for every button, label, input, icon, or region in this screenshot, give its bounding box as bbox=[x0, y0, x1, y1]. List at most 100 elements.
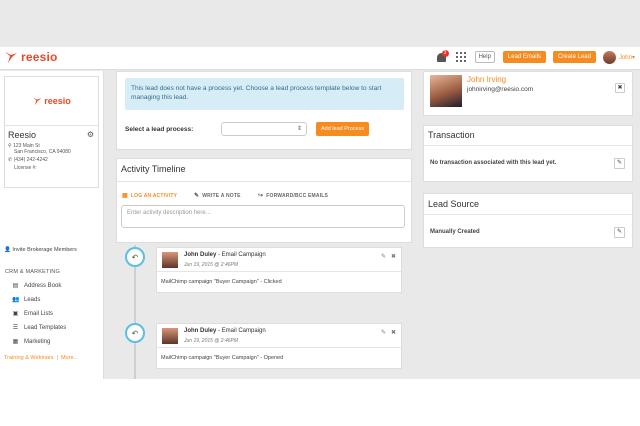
apps-grid-icon[interactable] bbox=[455, 52, 466, 62]
tab-label: FORWARD/BCC EMAILS bbox=[266, 192, 329, 199]
contact-avatar bbox=[430, 75, 462, 107]
create-lead-button[interactable]: Create Lead bbox=[552, 51, 596, 63]
edit-icon[interactable]: ✎ bbox=[381, 329, 386, 336]
pencil-icon: ✎ bbox=[616, 229, 623, 235]
topbar-actions: 3 Help Lead Emails Create Lead John▾ bbox=[436, 50, 635, 64]
reesio-logo-icon bbox=[32, 97, 42, 106]
transaction-title: Transaction bbox=[428, 130, 475, 140]
reply-icon: ↶ bbox=[125, 247, 145, 267]
logo-wordmark: reesio bbox=[21, 50, 58, 64]
lead-process-select[interactable]: ⇕ bbox=[221, 122, 307, 136]
lead-source-title: Lead Source bbox=[428, 199, 480, 209]
email-list-icon: ▣ bbox=[12, 311, 19, 317]
activity-date: Jun 19, 2015 @ 2:46PM bbox=[184, 338, 238, 344]
reesio-logo-icon bbox=[5, 52, 17, 63]
edit-icon[interactable]: ✎ bbox=[381, 253, 386, 260]
sidebar-item-lead-templates[interactable]: ☰ Lead Templates bbox=[12, 324, 67, 332]
close-icon[interactable]: ✖ bbox=[391, 329, 396, 336]
close-icon[interactable]: ✖ bbox=[391, 253, 396, 260]
activity-body: MailChimp campaign "Buyer Campaign" - Cl… bbox=[161, 279, 282, 285]
location-pin-icon: ⚲ bbox=[8, 143, 12, 149]
tab-label: WRITE A NOTE bbox=[202, 192, 241, 199]
edit-lead-source-button[interactable]: ✎ bbox=[614, 227, 625, 238]
top-navbar: reesio 3 Help Lead Emails Create Lead Jo… bbox=[0, 47, 640, 70]
help-button[interactable]: Help bbox=[474, 51, 495, 63]
calendar-icon: ▦ bbox=[122, 193, 128, 199]
chevron-down-icon: ▾ bbox=[631, 54, 635, 61]
section-title: CRM & MARKETING bbox=[5, 269, 60, 275]
address-line2: San Francisco, CA 94080 bbox=[14, 149, 71, 155]
divider bbox=[424, 145, 632, 146]
book-icon: ▤ bbox=[12, 283, 19, 289]
select-process-label: Select a lead process: bbox=[125, 126, 194, 133]
sidebar-item-label: Lead Templates bbox=[24, 324, 67, 331]
sidebar-footer: Training & Webinars | More... bbox=[4, 355, 78, 361]
tab-write-note[interactable]: ✎ WRITE A NOTE bbox=[194, 192, 241, 200]
tab-label: LOG AN ACTIVITY bbox=[130, 192, 178, 199]
avatar bbox=[162, 252, 178, 268]
user-avatar[interactable] bbox=[602, 50, 616, 64]
users-icon: 👥 bbox=[12, 297, 20, 303]
activity-description-input[interactable]: Enter activity description here... bbox=[121, 205, 405, 228]
training-link[interactable]: Training & Webinars bbox=[4, 355, 54, 361]
activity-author-row: John Duley - Email Campaign bbox=[184, 328, 266, 334]
brokerage-card: reesio Reesio ⚙ ⚲ 123 Main St San Franci… bbox=[4, 76, 99, 188]
lead-emails-button[interactable]: Lead Emails bbox=[502, 51, 546, 63]
invite-members-link[interactable]: 👤 Invite Brokerage Members bbox=[4, 247, 77, 253]
contact-email[interactable]: johnirving@reesio.com bbox=[467, 86, 533, 93]
user-name: John bbox=[618, 54, 632, 61]
sidebar-item-label: Leads bbox=[24, 296, 41, 303]
no-process-notice: This lead does not have a process yet. C… bbox=[125, 78, 404, 110]
gear-icon[interactable]: ⚙ bbox=[87, 130, 94, 139]
divider bbox=[117, 181, 411, 182]
activity-type: - Email Campaign bbox=[216, 328, 266, 334]
invite-label: Invite Brokerage Members bbox=[12, 247, 77, 253]
activity-author[interactable]: John Duley bbox=[184, 328, 216, 334]
app-logo[interactable]: reesio bbox=[4, 50, 58, 64]
activity-tools: ✎ ✖ bbox=[376, 329, 396, 336]
phone-row: ✆ (434) 242-4242 bbox=[8, 157, 48, 163]
phone-number: (434) 242-4242 bbox=[13, 157, 48, 163]
add-lead-process-button[interactable]: Add lead Process bbox=[316, 122, 370, 136]
sidebar-item-address-book[interactable]: ▤ Address Book bbox=[12, 282, 62, 290]
list-icon: ☰ bbox=[12, 325, 19, 331]
contact-name[interactable]: John Irving bbox=[467, 75, 506, 84]
tab-log-activity[interactable]: ▦ LOG AN ACTIVITY bbox=[122, 192, 178, 200]
chart-icon: ▦ bbox=[12, 339, 19, 345]
footer-separator: | bbox=[56, 355, 58, 361]
activity-author[interactable]: John Duley bbox=[184, 252, 216, 258]
edit-transaction-button[interactable]: ✎ bbox=[614, 158, 625, 169]
sidebar-item-marketing[interactable]: ▦ Marketing bbox=[12, 338, 51, 346]
notification-badge: 3 bbox=[441, 50, 449, 57]
brokerage-name: Reesio bbox=[8, 130, 37, 140]
pencil-icon: ✎ bbox=[194, 193, 200, 199]
sidebar-item-label: Address Book bbox=[24, 282, 62, 289]
share-icon: ↪ bbox=[258, 193, 264, 199]
pencil-icon: ✎ bbox=[616, 160, 623, 166]
sidebar-item-label: Marketing bbox=[24, 338, 51, 345]
avatar bbox=[162, 328, 178, 344]
app-window: reesio 3 Help Lead Emails Create Lead Jo… bbox=[0, 0, 640, 379]
activity-header: John Duley - Email Campaign Jun 19, 2015… bbox=[157, 324, 401, 348]
sidebar: reesio Reesio ⚙ ⚲ 123 Main St San Franci… bbox=[0, 71, 104, 379]
activity-card: John Duley - Email Campaign Jun 19, 2015… bbox=[156, 247, 402, 293]
phone-icon: ✆ bbox=[8, 157, 13, 163]
activity-type: - Email Campaign bbox=[216, 252, 266, 258]
sidebar-item-leads[interactable]: 👥 Leads bbox=[12, 296, 41, 304]
notifications-button[interactable]: 3 bbox=[436, 50, 449, 64]
activity-tools: ✎ ✖ bbox=[376, 253, 396, 260]
activity-date: Jun 19, 2015 @ 2:46PM bbox=[184, 262, 238, 268]
brokerage-logo-word: reesio bbox=[44, 96, 71, 106]
sidebar-item-label: Email Lists bbox=[24, 310, 54, 317]
transaction-text: No transaction associated with this lead… bbox=[430, 160, 557, 166]
select-arrows-icon: ⇕ bbox=[296, 126, 302, 132]
lead-source-value: Manually Created bbox=[430, 229, 480, 235]
close-icon[interactable]: ✖ bbox=[615, 83, 625, 93]
user-menu[interactable]: John▾ bbox=[619, 54, 635, 61]
more-link[interactable]: More... bbox=[61, 355, 78, 361]
tab-forward-emails[interactable]: ↪ FORWARD/BCC EMAILS bbox=[258, 192, 329, 200]
add-user-icon: 👤 bbox=[4, 247, 11, 253]
sidebar-item-email-lists[interactable]: ▣ Email Lists bbox=[12, 310, 54, 318]
activity-author-row: John Duley - Email Campaign bbox=[184, 252, 266, 258]
brokerage-logo: reesio bbox=[5, 77, 98, 126]
